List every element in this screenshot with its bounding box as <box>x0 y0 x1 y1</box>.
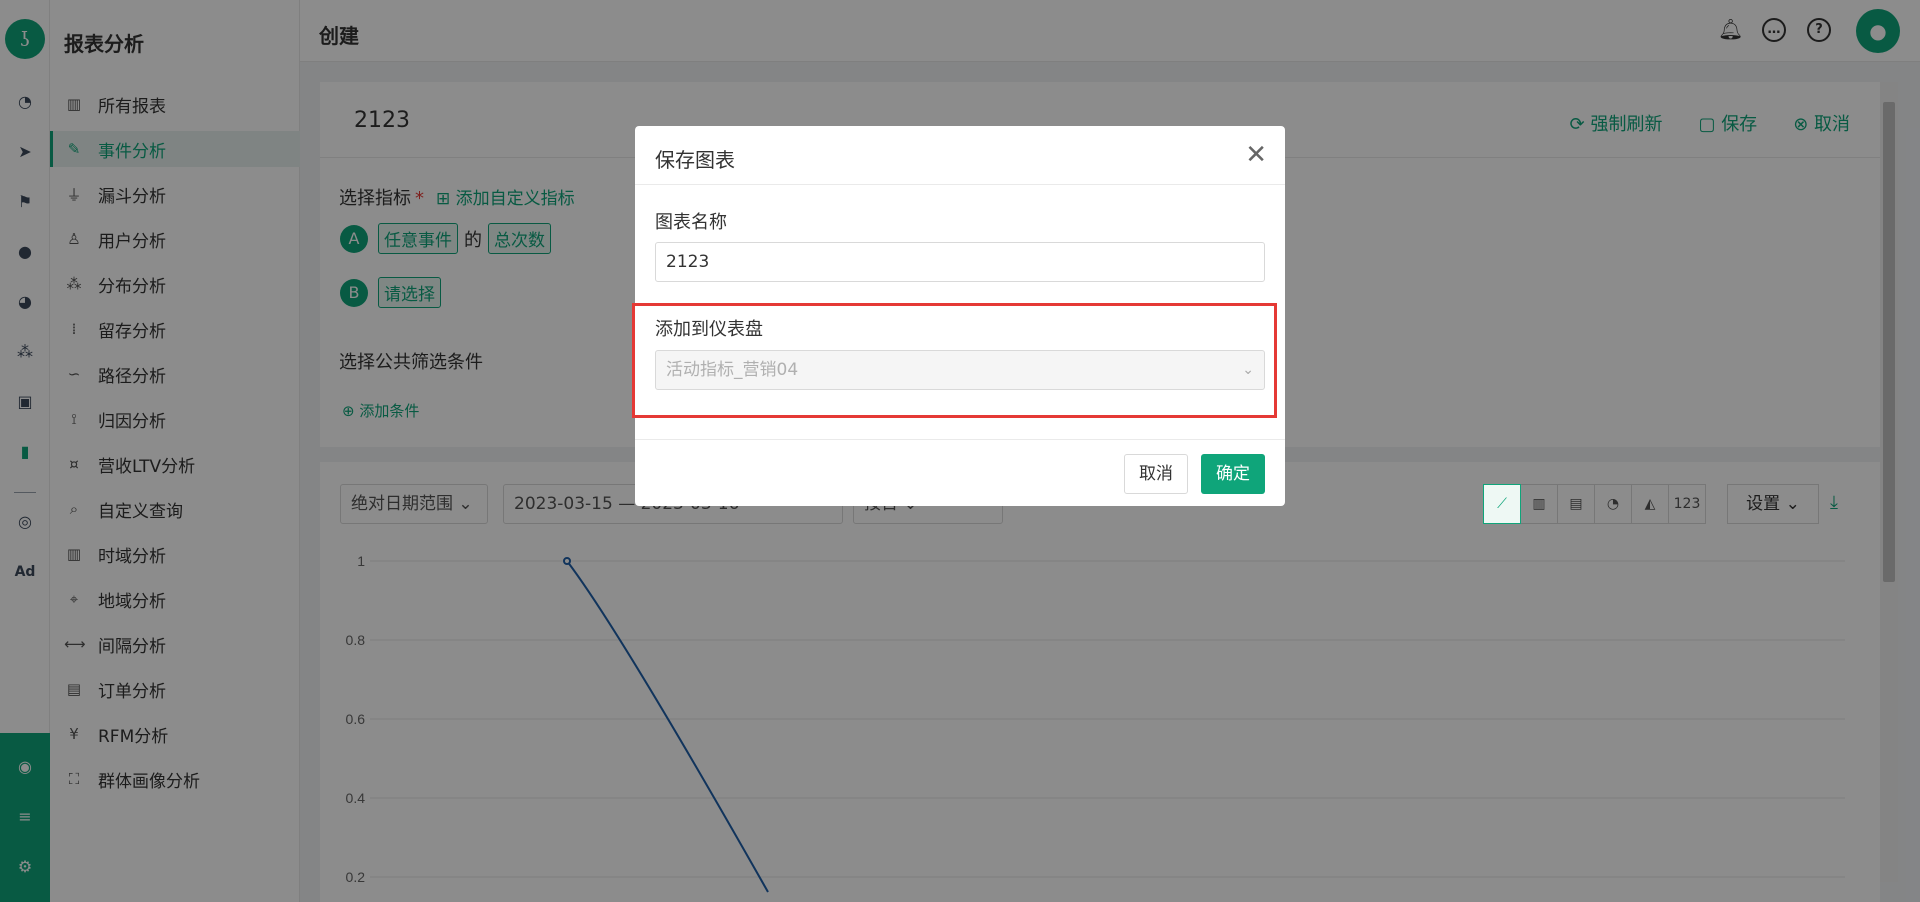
dialog-footer-divider <box>635 439 1285 440</box>
line-chart-button[interactable]: ⟋ <box>1483 484 1521 524</box>
dialog-confirm-button[interactable]: 确定 <box>1201 454 1265 494</box>
dialog-cancel-button[interactable]: 取消 <box>1124 454 1188 494</box>
chart-name-label: 图表名称 <box>655 212 727 233</box>
dialog-title: 保存图表 <box>655 148 735 172</box>
dashboard-select[interactable]: 活动指标_营销04 ⌄ <box>655 350 1265 390</box>
dashboard-select-value: 活动指标_营销04 <box>666 360 799 380</box>
chart-name-input[interactable] <box>655 242 1265 282</box>
save-chart-dialog: 保存图表 ✕ 图表名称 添加到仪表盘 活动指标_营销04 ⌄ 取消 确定 <box>632 126 1285 506</box>
chevron-down-icon: ⌄ <box>1242 362 1254 378</box>
close-icon[interactable]: ✕ <box>1245 140 1267 170</box>
dialog-divider <box>635 184 1285 185</box>
dashboard-label: 添加到仪表盘 <box>655 319 763 340</box>
